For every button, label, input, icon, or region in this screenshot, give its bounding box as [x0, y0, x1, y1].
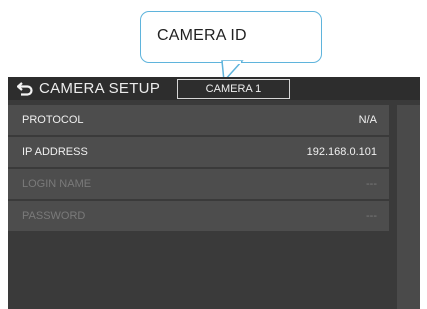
- protocol-label: PROTOCOL: [22, 114, 84, 126]
- setting-row-password: PASSWORD ---: [8, 201, 389, 232]
- camera-id-callout: CAMERA ID: [140, 11, 322, 63]
- login-name-label: LOGIN NAME: [22, 178, 92, 190]
- protocol-value: N/A: [358, 114, 377, 126]
- scrollbar-track[interactable]: [397, 105, 420, 309]
- settings-list: PROTOCOL N/A IP ADDRESS 192.168.0.101 LO…: [8, 105, 389, 232]
- setting-row-protocol[interactable]: PROTOCOL N/A: [8, 105, 389, 136]
- ip-address-label: IP ADDRESS: [22, 146, 88, 158]
- setting-row-login-name: LOGIN NAME ---: [8, 169, 389, 200]
- callout-text: CAMERA ID: [157, 27, 247, 44]
- empty-list-area: [8, 243, 397, 309]
- camera-id-field[interactable]: CAMERA 1: [177, 79, 290, 99]
- password-value: ---: [366, 210, 377, 222]
- setting-row-ip-address[interactable]: IP ADDRESS 192.168.0.101: [8, 137, 389, 168]
- password-label: PASSWORD: [22, 210, 86, 222]
- camera-id-value: CAMERA 1: [205, 83, 262, 95]
- login-name-value: ---: [366, 178, 377, 190]
- back-arrow-icon[interactable]: [17, 81, 33, 96]
- camera-setup-panel: CAMERA SETUP CAMERA 1 PROTOCOL N/A IP AD…: [8, 77, 420, 309]
- ip-address-value: 192.168.0.101: [306, 146, 377, 158]
- header-bar: CAMERA SETUP CAMERA 1: [8, 77, 420, 100]
- page-title: CAMERA SETUP: [39, 80, 161, 97]
